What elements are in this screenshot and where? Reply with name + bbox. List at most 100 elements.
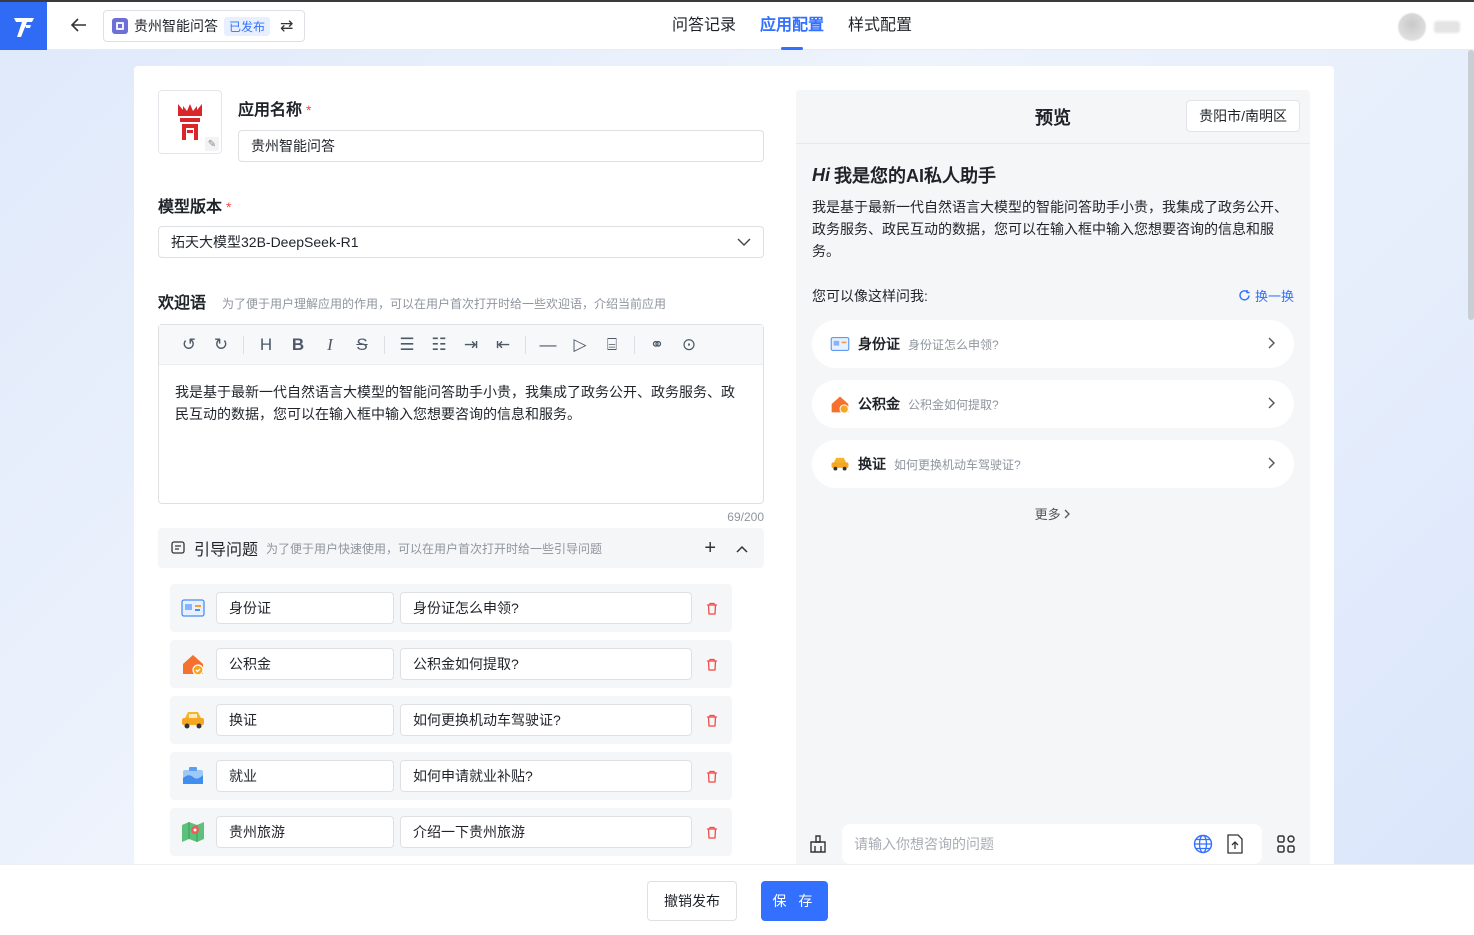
guide-question-text-input[interactable]: 身份证怎么申领? (400, 592, 692, 624)
welcome-text[interactable]: 我是基于最新一代自然语言大模型的智能问答助手小贵，我集成了政务公开、政务服务、政… (159, 365, 763, 441)
preview-question-card[interactable]: 换证 如何更换机动车驾驶证? (812, 440, 1294, 488)
house-fund-icon (830, 394, 850, 414)
redo-icon[interactable]: ↻ (205, 331, 237, 359)
swap-icon[interactable]: ⇄ (280, 16, 293, 36)
guide-question-row: 换证 如何更换机动车驾驶证? (170, 696, 732, 744)
guide-question-title-input[interactable]: 身份证 (216, 592, 394, 624)
more-icon[interactable]: ⊙ (673, 331, 705, 359)
car-icon (830, 454, 850, 474)
id-card-icon (830, 334, 850, 354)
app-icon (112, 18, 128, 34)
guide-question-text-input[interactable]: 公积金如何提取? (400, 648, 692, 680)
refresh-button[interactable]: 换一换 (1238, 286, 1294, 305)
app-logo-upload[interactable]: ✎ (158, 90, 222, 154)
undo-icon[interactable]: ↺ (173, 331, 205, 359)
add-question-button[interactable]: + (704, 537, 716, 560)
chevron-right-icon (1268, 456, 1276, 472)
horizontal-rule-icon[interactable]: — (532, 331, 564, 359)
guide-question-row: 贵州旅游 介绍一下贵州旅游 (170, 808, 732, 856)
delete-icon[interactable] (704, 712, 720, 728)
model-label: 模型版本 * (158, 199, 232, 216)
unpublish-button[interactable]: 撤销发布 (647, 881, 737, 921)
indent-icon[interactable]: ⇥ (455, 331, 487, 359)
italic-icon[interactable]: I (314, 331, 346, 359)
guide-question-title-input[interactable]: 换证 (216, 704, 394, 736)
save-button[interactable]: 保 存 (761, 881, 828, 921)
preview-question-card[interactable]: 公积金 公积金如何提取? (812, 380, 1294, 428)
model-select[interactable]: 拓天大模型32B-DeepSeek-R1 (158, 226, 764, 258)
footer-bar: 撤销发布 保 存 (0, 864, 1474, 935)
preview-question-card[interactable]: 身份证 身份证怎么申领? (812, 320, 1294, 368)
welcome-label: 欢迎语 为了便于用户理解应用的作用，可以在用户首次打开时给一些欢迎语，介绍当前应… (158, 295, 667, 312)
guide-question-row: 身份证 身份证怎么申领? (170, 584, 732, 632)
model-select-value: 拓天大模型32B-DeepSeek-R1 (171, 234, 359, 250)
app-name: 贵州智能问答 (134, 18, 218, 34)
preview-header: 预览 贵阳市/南明区 (796, 90, 1310, 144)
hi-logo: Hi (812, 164, 830, 185)
ordered-list-icon[interactable]: ☷ (423, 331, 455, 359)
welcome-editor[interactable]: ↺ ↻ H B I S ☰ ☷ ⇥ ⇤ — ▷ ⌸ ⚭ ⊙ 我是基于最新一代自然… (158, 324, 764, 504)
app-switcher[interactable]: 贵州智能问答 已发布 ⇄ (103, 10, 305, 42)
user-name (1434, 21, 1460, 33)
nav-tabs: 问答记录 应用配置 样式配置 (660, 2, 924, 50)
status-badge: 已发布 (224, 16, 271, 36)
welcome-hint: 为了便于用户理解应用的作用，可以在用户首次打开时给一些欢迎语，介绍当前应用 (222, 297, 667, 311)
preview-description: 我是基于最新一代自然语言大模型的智能问答助手小贵，我集成了政务公开、政务服务、政… (812, 199, 1288, 259)
strikethrough-icon[interactable]: S (346, 331, 378, 359)
guide-hint: 为了便于用户快速使用，可以在用户首次打开时给一些引导问题 (266, 541, 603, 556)
outdent-icon[interactable]: ⇤ (487, 331, 519, 359)
edit-icon[interactable]: ✎ (205, 137, 219, 151)
apps-grid-icon[interactable] (1276, 834, 1296, 854)
car-icon[interactable] (180, 707, 206, 733)
char-counter: 69/200 (727, 510, 764, 524)
guide-icon (171, 541, 185, 554)
refresh-icon (1239, 290, 1250, 301)
chevron-right-icon (1268, 336, 1276, 352)
location-select[interactable]: 贵阳市/南明区 (1186, 100, 1300, 132)
user-menu[interactable] (1398, 12, 1464, 42)
editor-toolbar: ↺ ↻ H B I S ☰ ☷ ⇥ ⇤ — ▷ ⌸ ⚭ ⊙ (159, 325, 763, 365)
guide-question-title-input[interactable]: 贵州旅游 (216, 816, 394, 848)
guide-question-row: 就业 如何申请就业补贴? (170, 752, 732, 800)
back-arrow-icon[interactable] (68, 14, 90, 36)
app-name-input[interactable]: 贵州智能问答 (238, 130, 764, 162)
heading-icon[interactable]: H (250, 331, 282, 359)
bullet-list-icon[interactable]: ☰ (391, 331, 423, 359)
tab-style-config[interactable]: 样式配置 (836, 2, 924, 50)
guide-question-text-input[interactable]: 介绍一下贵州旅游 (400, 816, 692, 848)
guide-question-text-input[interactable]: 如何更换机动车驾驶证? (400, 704, 692, 736)
guide-question-row: 公积金 公积金如何提取? (170, 640, 732, 688)
page-scrollbar[interactable] (1468, 50, 1474, 320)
avatar[interactable] (1398, 13, 1426, 41)
map-icon[interactable] (180, 819, 206, 845)
preview-title: 预览 (1035, 107, 1071, 128)
top-bar: 贵州智能问答 已发布 ⇄ 问答记录 应用配置 样式配置 (0, 0, 1474, 50)
delete-icon[interactable] (704, 824, 720, 840)
globe-icon[interactable] (1192, 833, 1214, 855)
delete-icon[interactable] (704, 768, 720, 784)
app-logo-icon (178, 104, 202, 140)
guide-question-text-input[interactable]: 如何申请就业补贴? (400, 760, 692, 792)
guide-question-title-input[interactable]: 就业 (216, 760, 394, 792)
tab-app-config[interactable]: 应用配置 (748, 2, 836, 50)
upload-file-icon[interactable] (1224, 833, 1246, 855)
clear-chat-icon[interactable] (808, 834, 828, 854)
ask-label: 您可以像这样问我: (812, 288, 928, 304)
bold-icon[interactable]: B (282, 331, 314, 359)
employment-icon[interactable] (180, 763, 206, 789)
link-icon[interactable]: ⚭ (641, 331, 673, 359)
id-card-icon[interactable] (180, 595, 206, 621)
guide-question-title-input[interactable]: 公积金 (216, 648, 394, 680)
brand-logo-icon[interactable] (0, 2, 47, 50)
delete-icon[interactable] (704, 656, 720, 672)
delete-icon[interactable] (704, 600, 720, 616)
chevron-right-icon (1268, 396, 1276, 412)
more-link[interactable]: 更多 (796, 504, 1310, 523)
house-fund-icon[interactable] (180, 651, 206, 677)
chevron-up-icon[interactable] (736, 540, 748, 556)
send-icon[interactable]: ▷ (564, 331, 596, 359)
code-block-icon[interactable]: ⌸ (596, 331, 628, 359)
chat-input[interactable]: 请输入你想咨询的问题 (842, 824, 1262, 864)
tab-qa-records[interactable]: 问答记录 (660, 2, 748, 50)
app-name-label: 应用名称 * (238, 102, 312, 119)
